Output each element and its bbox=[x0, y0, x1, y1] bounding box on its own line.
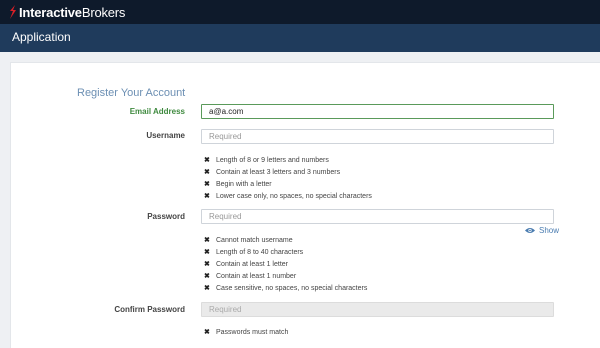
confirm-rule: ✖ Passwords must match bbox=[204, 328, 289, 337]
section-title: Register Your Account bbox=[77, 87, 186, 99]
cross-icon: ✖ bbox=[204, 285, 210, 292]
username-rule: ✖ Length of 8 or 9 letters and numbers bbox=[204, 156, 329, 165]
email-field[interactable]: a@a.com bbox=[201, 104, 554, 119]
brand-name: InteractiveBrokers bbox=[19, 4, 126, 20]
cross-icon: ✖ bbox=[204, 193, 210, 200]
password-rule: ✖ Contain at least 1 number bbox=[204, 272, 297, 281]
email-label: Email Address bbox=[129, 107, 185, 116]
username-rule: ✖ Begin with a letter bbox=[204, 180, 272, 189]
confirm-password-input[interactable]: Required bbox=[201, 302, 554, 317]
username-rule: ✖ Lower case only, no spaces, no special … bbox=[204, 192, 372, 201]
confirm-password-label: Confirm Password bbox=[114, 305, 185, 314]
top-navbar: InteractiveBrokers bbox=[0, 0, 600, 24]
show-password-toggle[interactable]: Show bbox=[525, 226, 559, 235]
registration-card: Register Your Account Email Address a@a.… bbox=[10, 62, 600, 348]
cross-icon: ✖ bbox=[204, 261, 210, 268]
eye-icon bbox=[525, 228, 535, 233]
password-label: Password bbox=[147, 212, 185, 221]
password-rule: ✖ Case sensitive, no spaces, no special c… bbox=[204, 284, 368, 293]
cross-icon: ✖ bbox=[204, 157, 210, 164]
cross-icon: ✖ bbox=[204, 237, 210, 244]
ib-logo-icon bbox=[10, 5, 16, 19]
page-title: Application bbox=[12, 30, 71, 44]
app-header: Application bbox=[0, 24, 600, 52]
username-rule: ✖ Contain at least 3 letters and 3 number… bbox=[204, 168, 341, 177]
username-label: Username bbox=[146, 131, 185, 140]
username-input[interactable]: Required bbox=[201, 129, 554, 144]
brand-logo[interactable]: InteractiveBrokers bbox=[8, 4, 125, 20]
show-label: Show bbox=[539, 226, 560, 235]
password-rule: ✖ Length of 8 to 40 characters bbox=[204, 248, 304, 257]
password-input[interactable]: Required bbox=[201, 209, 554, 224]
cross-icon: ✖ bbox=[204, 329, 210, 336]
cross-icon: ✖ bbox=[204, 181, 210, 188]
password-rule: ✖ Cannot match username bbox=[204, 236, 293, 245]
cross-icon: ✖ bbox=[204, 273, 210, 280]
password-rule: ✖ Contain at least 1 letter bbox=[204, 260, 288, 269]
cross-icon: ✖ bbox=[204, 249, 210, 256]
cross-icon: ✖ bbox=[204, 169, 210, 176]
